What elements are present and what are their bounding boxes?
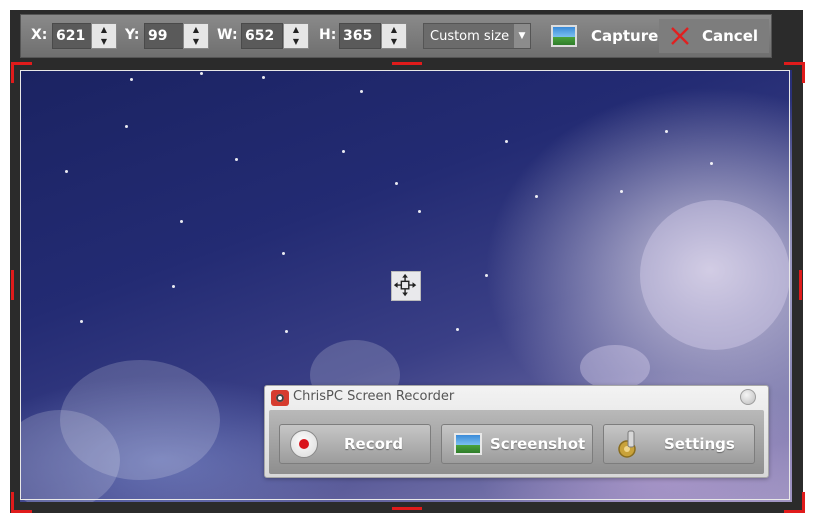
y-stepper[interactable]: ▲ ▼ xyxy=(183,23,209,49)
spin-down-icon[interactable]: ▼ xyxy=(184,36,208,48)
spin-down-icon[interactable]: ▼ xyxy=(92,36,116,48)
cancel-label[interactable]: Cancel xyxy=(702,27,758,45)
move-handle[interactable] xyxy=(391,271,421,301)
x-icon[interactable] xyxy=(669,25,691,47)
w-input[interactable]: 652 xyxy=(241,23,283,49)
y-input[interactable]: 99 xyxy=(144,23,184,49)
h-stepper[interactable]: ▲ ▼ xyxy=(381,23,407,49)
resize-handle-top[interactable] xyxy=(392,62,422,65)
recorder-title: ChrisPC Screen Recorder xyxy=(293,389,455,404)
x-input[interactable]: 621 xyxy=(52,23,92,49)
resize-handle-top-left[interactable] xyxy=(11,62,32,83)
resize-handle-bottom[interactable] xyxy=(392,507,422,510)
close-icon[interactable] xyxy=(740,389,756,405)
settings-button[interactable]: Settings xyxy=(603,424,755,464)
x-stepper[interactable]: ▲ ▼ xyxy=(91,23,117,49)
screenshot-icon xyxy=(454,433,482,455)
spin-down-icon[interactable]: ▼ xyxy=(382,36,406,48)
record-icon xyxy=(290,430,318,458)
spin-up-icon[interactable]: ▲ xyxy=(184,24,208,36)
spin-up-icon[interactable]: ▲ xyxy=(92,24,116,36)
y-label: Y: xyxy=(125,27,140,43)
screen-recorder-widget: ChrisPC Screen Recorder Record Screensho… xyxy=(264,385,769,478)
size-mode-value: Custom size xyxy=(430,29,510,44)
move-arrows-icon[interactable] xyxy=(392,272,420,300)
resize-handle-right[interactable] xyxy=(799,270,802,300)
w-label: W: xyxy=(217,27,238,43)
capture-toolbar: X: 621 ▲ ▼ Y: 99 ▲ ▼ W: 652 ▲ ▼ H: 365 ▲… xyxy=(20,14,772,58)
recorder-button-bar: Record Screenshot Settings xyxy=(269,410,764,474)
chevron-down-icon[interactable]: ▼ xyxy=(514,24,530,48)
resize-handle-bottom-right[interactable] xyxy=(784,492,805,513)
spin-up-icon[interactable]: ▲ xyxy=(382,24,406,36)
settings-label: Settings xyxy=(664,435,735,453)
record-button[interactable]: Record xyxy=(279,424,431,464)
recorder-title-bar[interactable]: ChrisPC Screen Recorder xyxy=(265,386,768,408)
size-mode-select[interactable]: Custom size ▼ xyxy=(423,23,531,49)
w-stepper[interactable]: ▲ ▼ xyxy=(283,23,309,49)
settings-gear-icon xyxy=(618,430,636,458)
cancel-button[interactable]: Cancel xyxy=(659,19,769,53)
capture-label[interactable]: Capture xyxy=(591,27,658,45)
x-label: X: xyxy=(31,27,48,43)
resize-handle-left[interactable] xyxy=(11,270,14,300)
resize-handle-top-right[interactable] xyxy=(784,62,805,83)
screenshot-button[interactable]: Screenshot xyxy=(441,424,593,464)
spin-down-icon[interactable]: ▼ xyxy=(284,36,308,48)
image-icon[interactable] xyxy=(551,25,577,47)
h-label: H: xyxy=(319,27,337,43)
camera-app-icon xyxy=(271,390,289,406)
record-label: Record xyxy=(344,435,404,453)
resize-handle-bottom-left[interactable] xyxy=(11,492,32,513)
spin-up-icon[interactable]: ▲ xyxy=(284,24,308,36)
screenshot-label: Screenshot xyxy=(490,435,586,453)
h-input[interactable]: 365 xyxy=(339,23,381,49)
